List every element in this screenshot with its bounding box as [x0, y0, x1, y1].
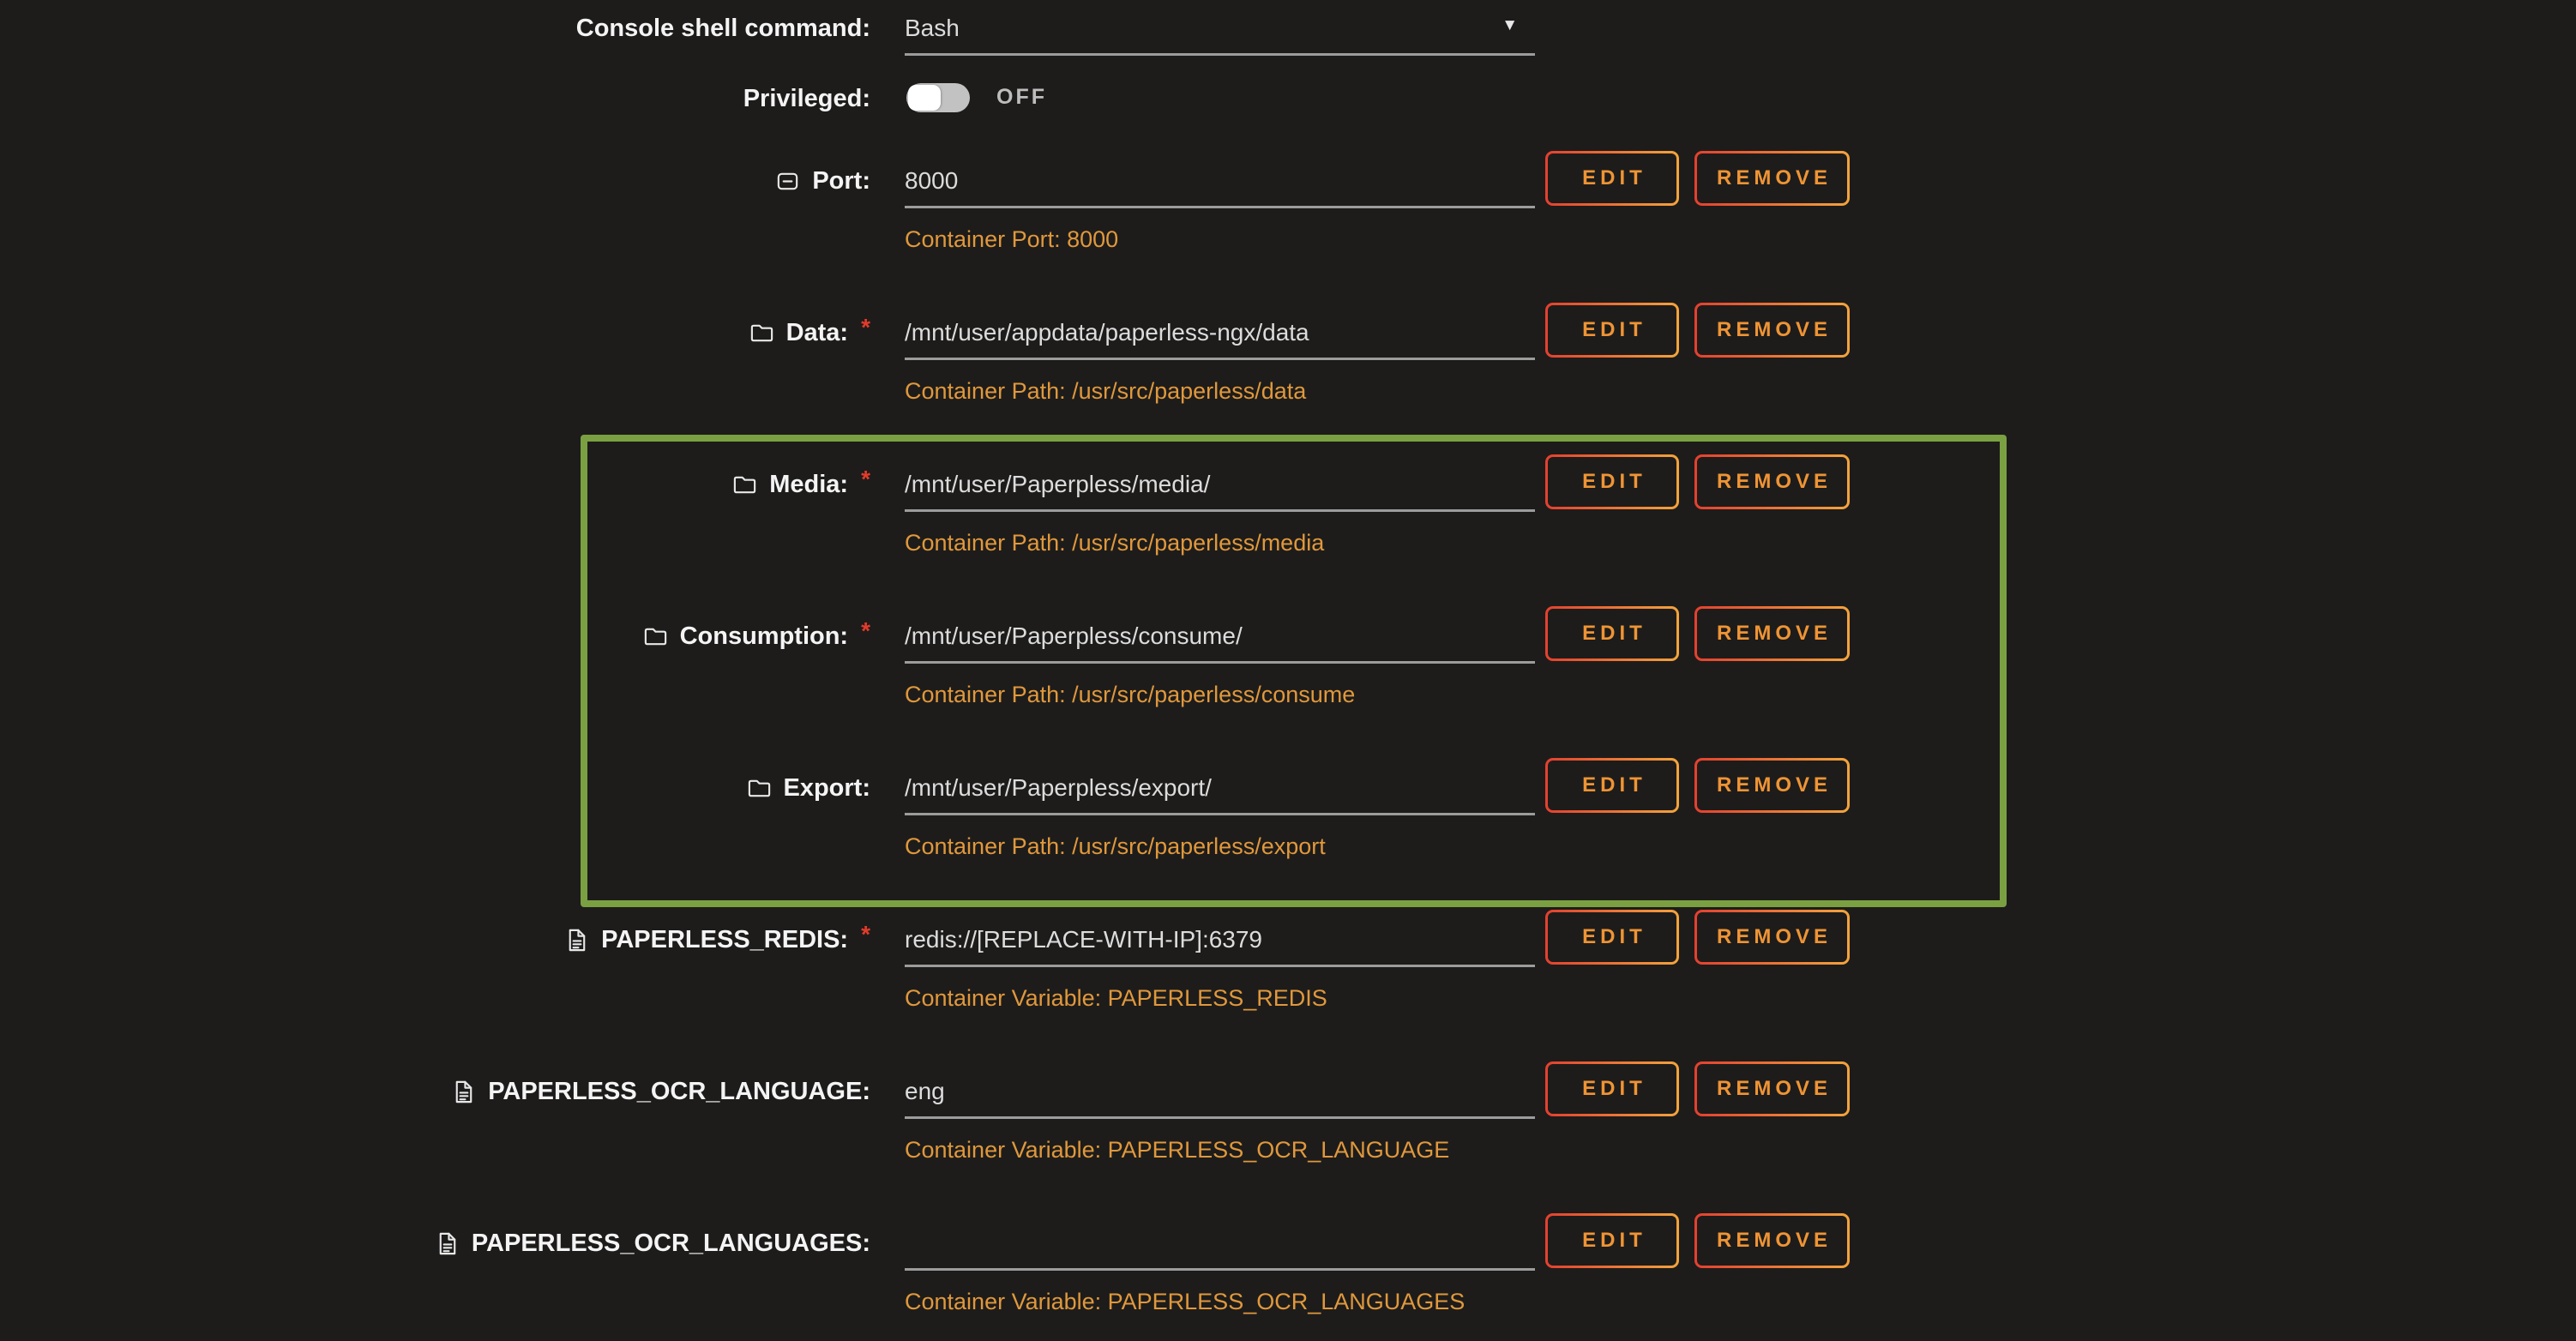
field-help-text: Container Path: /usr/src/paperless/media: [905, 530, 1324, 556]
required-asterisk: *: [861, 922, 870, 947]
required-asterisk: *: [861, 315, 870, 340]
remove-button[interactable]: REMOVE: [1694, 758, 1850, 813]
field-label: Media:: [769, 471, 848, 499]
required-asterisk: *: [861, 466, 870, 492]
remove-button[interactable]: REMOVE: [1694, 910, 1850, 965]
edit-button[interactable]: EDIT: [1545, 454, 1679, 509]
field-label: Data:: [786, 319, 849, 347]
field-label-cell: Port:: [0, 163, 870, 199]
file-icon: [450, 1079, 477, 1105]
field-label: Export:: [784, 774, 871, 803]
field-label-cell: PAPERLESS_OCR_LANGUAGE:: [0, 1073, 870, 1109]
field-label-cell: PAPERLESS_OCR_LANGUAGES:: [0, 1225, 870, 1261]
paperless-ocr-language-value-input[interactable]: eng: [905, 1073, 1535, 1119]
remove-button[interactable]: REMOVE: [1694, 1213, 1850, 1268]
remove-button[interactable]: REMOVE: [1694, 606, 1850, 661]
field-value-text: /mnt/user/Paperpless/media/: [905, 471, 1210, 497]
folder-icon: [731, 472, 758, 498]
field-label-cell: Privileged:: [0, 81, 870, 117]
field-value-text: eng: [905, 1078, 945, 1104]
field-label-cell: Media: *: [0, 466, 870, 502]
field-label-cell: Consumption: *: [0, 618, 870, 654]
field-help-text: Container Path: /usr/src/paperless/expor…: [905, 833, 1326, 860]
required-asterisk: *: [861, 618, 870, 644]
docker-template-settings-page: Console shell command: Bash ▼ Privileged…: [0, 0, 2576, 1341]
field-label: Privileged:: [743, 85, 870, 113]
remove-button[interactable]: REMOVE: [1694, 303, 1850, 358]
field-label: PAPERLESS_OCR_LANGUAGE:: [488, 1078, 870, 1106]
field-label-cell: PAPERLESS_REDIS: *: [0, 922, 870, 958]
paperless-ocr-languages-value-input[interactable]: [905, 1225, 1535, 1271]
field-value-text: 8000: [905, 167, 958, 194]
toggle-knob-icon: [908, 85, 941, 111]
field-help-text: Container Variable: PAPERLESS_REDIS: [905, 985, 1327, 1012]
toggle-state-label: OFF: [996, 85, 1047, 110]
field-row-data: Data: * /mnt/user/appdata/paperless-ngx/…: [0, 315, 2576, 428]
field-row-media: Media: * /mnt/user/Paperpless/media/ EDI…: [0, 466, 2576, 580]
folder-icon: [642, 623, 669, 650]
port-icon: [774, 168, 801, 195]
field-label: Console shell command:: [576, 15, 870, 43]
folder-icon: [746, 775, 773, 802]
field-row-export: Export: /mnt/user/Paperpless/export/ EDI…: [0, 770, 2576, 883]
field-row-consumption: Consumption: * /mnt/user/Paperpless/cons…: [0, 618, 2576, 731]
field-value-text: redis://[REPLACE-WITH-IP]:6379: [905, 926, 1262, 953]
port-value-input[interactable]: 8000: [905, 163, 1535, 208]
edit-button[interactable]: EDIT: [1545, 1213, 1679, 1268]
folder-icon: [749, 320, 775, 346]
edit-button[interactable]: EDIT: [1545, 910, 1679, 965]
field-label-cell: Data: *: [0, 315, 870, 351]
field-row-paperless-ocr-languages: PAPERLESS_OCR_LANGUAGES: EDIT REMOVE Con…: [0, 1225, 2576, 1338]
edit-button[interactable]: EDIT: [1545, 1061, 1679, 1116]
media-value-input[interactable]: /mnt/user/Paperpless/media/: [905, 466, 1535, 512]
dropdown-caret-icon: ▼: [1502, 17, 1518, 33]
field-help-text: Container Path: /usr/src/paperless/consu…: [905, 682, 1355, 708]
field-label-cell: Export:: [0, 770, 870, 806]
select-value: Bash: [905, 15, 960, 41]
export-value-input[interactable]: /mnt/user/Paperpless/export/: [905, 770, 1535, 815]
edit-button[interactable]: EDIT: [1545, 303, 1679, 358]
field-help-text: Container Path: /usr/src/paperless/data: [905, 378, 1306, 405]
field-help-text: Container Variable: PAPERLESS_OCR_LANGUA…: [905, 1137, 1449, 1164]
field-value-text: /mnt/user/Paperpless/export/: [905, 774, 1212, 801]
remove-button[interactable]: REMOVE: [1694, 151, 1850, 206]
privileged-toggle[interactable]: [906, 83, 970, 112]
edit-button[interactable]: EDIT: [1545, 758, 1679, 813]
console-shell-command-select[interactable]: Bash ▼: [905, 10, 1535, 56]
file-icon: [434, 1230, 460, 1257]
field-row-paperless-redis: PAPERLESS_REDIS: * redis://[REPLACE-WITH…: [0, 922, 2576, 1035]
remove-button[interactable]: REMOVE: [1694, 1061, 1850, 1116]
field-label: Port:: [812, 167, 870, 195]
paperless-redis-value-input[interactable]: redis://[REPLACE-WITH-IP]:6379: [905, 922, 1535, 967]
field-label: Consumption:: [680, 622, 849, 651]
field-value-text: /mnt/user/Paperpless/consume/: [905, 622, 1243, 649]
edit-button[interactable]: EDIT: [1545, 151, 1679, 206]
field-row-port: Port: 8000 EDIT REMOVE Container Port: 8…: [0, 163, 2576, 276]
field-help-text: Container Port: 8000: [905, 226, 1118, 253]
field-label-cell: Console shell command:: [0, 10, 870, 46]
edit-button[interactable]: EDIT: [1545, 606, 1679, 661]
consumption-value-input[interactable]: /mnt/user/Paperpless/consume/: [905, 618, 1535, 664]
field-label: PAPERLESS_OCR_LANGUAGES:: [472, 1230, 870, 1258]
data-value-input[interactable]: /mnt/user/appdata/paperless-ngx/data: [905, 315, 1535, 360]
file-icon: [563, 927, 590, 953]
field-value-text: /mnt/user/appdata/paperless-ngx/data: [905, 319, 1309, 346]
field-help-text: Container Variable: PAPERLESS_OCR_LANGUA…: [905, 1289, 1465, 1315]
remove-button[interactable]: REMOVE: [1694, 454, 1850, 509]
field-label: PAPERLESS_REDIS:: [601, 926, 848, 954]
field-row-paperless-ocr-language: PAPERLESS_OCR_LANGUAGE: eng EDIT REMOVE …: [0, 1073, 2576, 1187]
